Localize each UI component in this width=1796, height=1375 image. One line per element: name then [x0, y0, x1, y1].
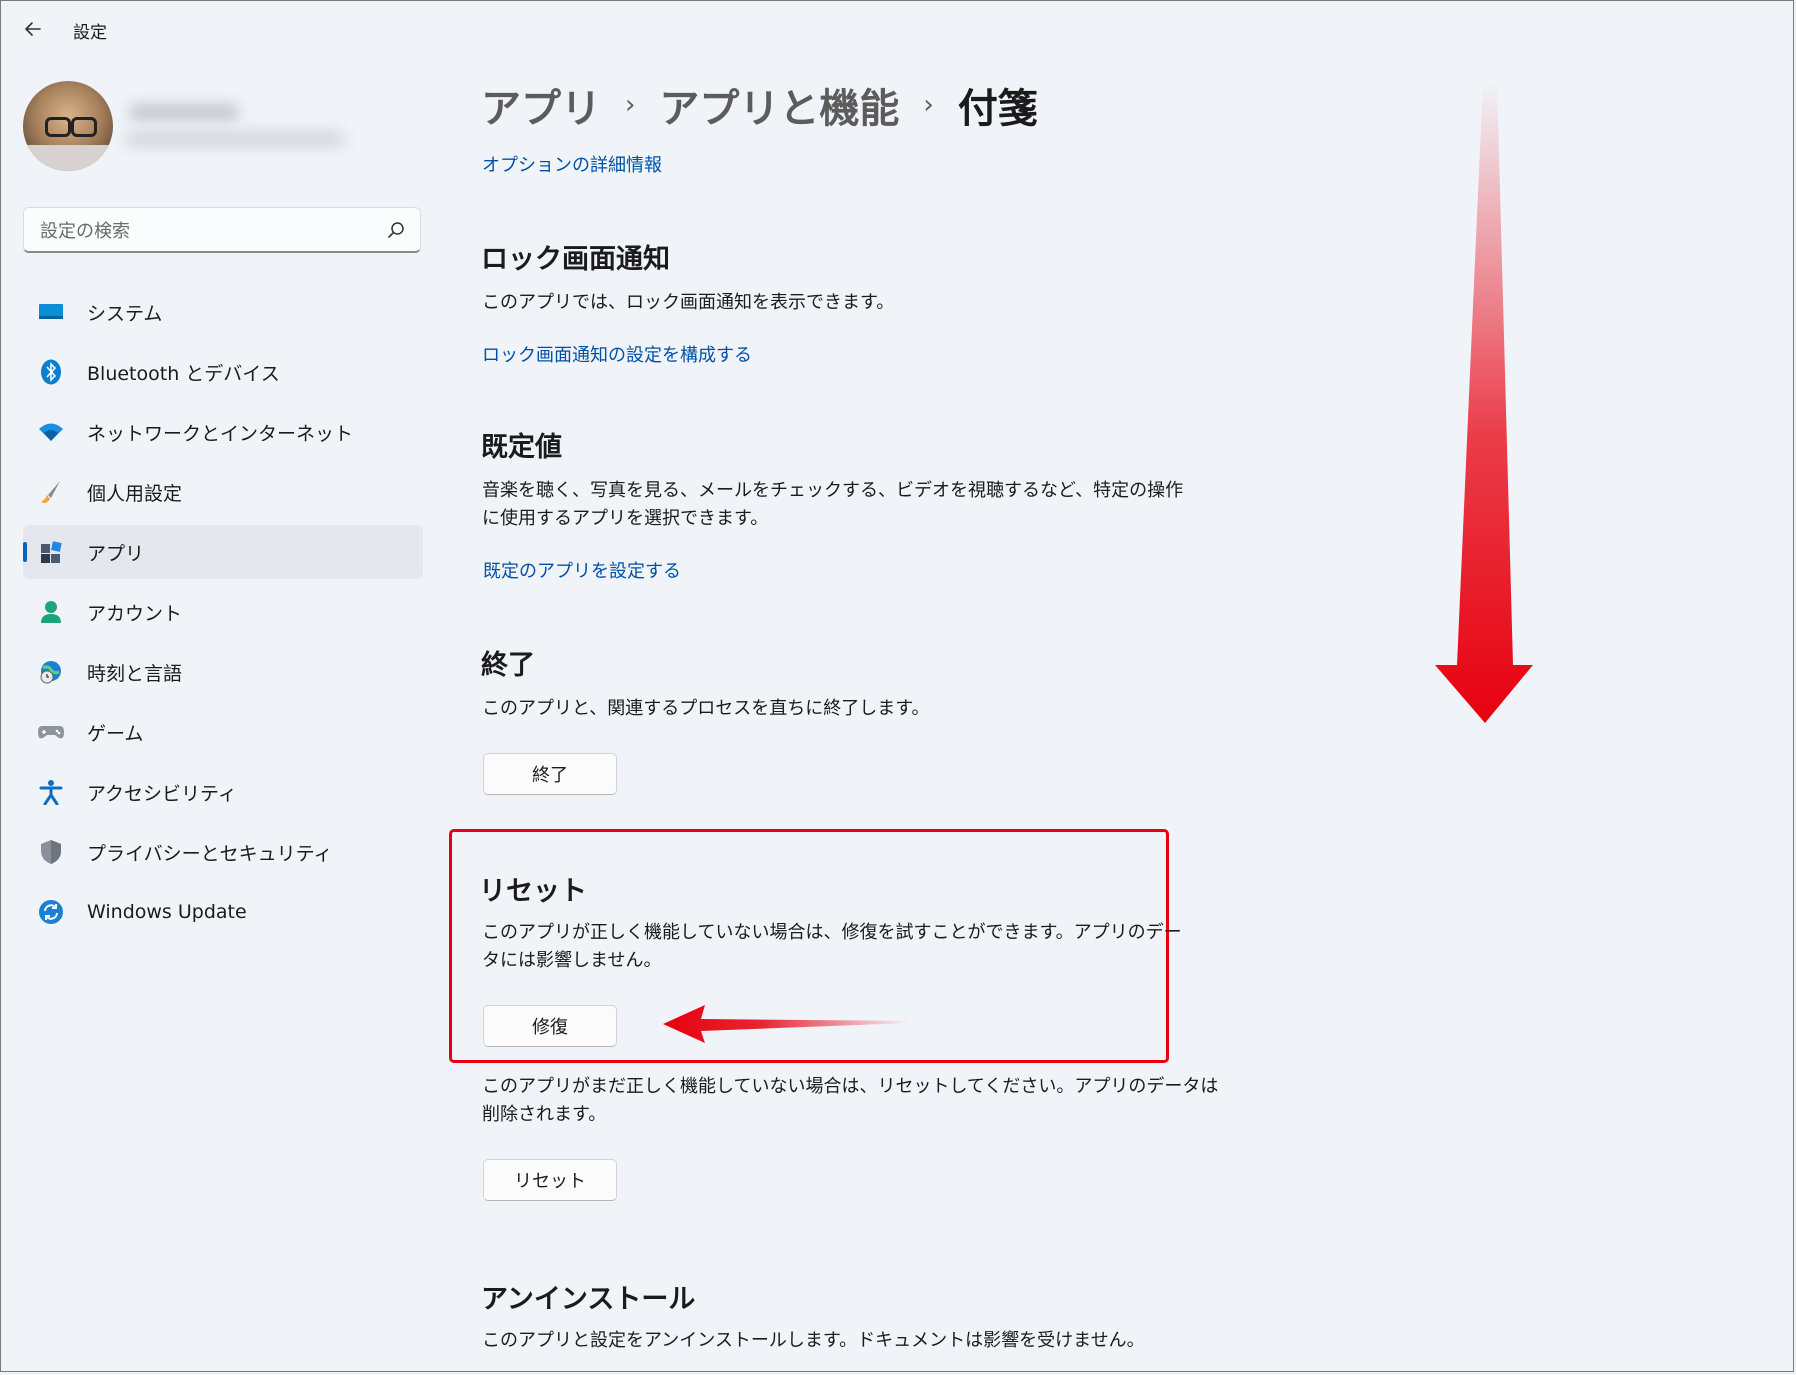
sidebar-item-label: Bluetooth とデバイス — [87, 362, 280, 385]
sidebar-item-privacy-security[interactable]: プライバシーとセキュリティ — [23, 825, 423, 879]
defaults-description-line2: に使用するアプリを選択できます。 — [482, 508, 769, 529]
reset-description-line2: 削除されます。 — [482, 1104, 607, 1125]
sidebar-item-apps[interactable]: アプリ — [23, 525, 423, 579]
search-input[interactable] — [38, 217, 372, 245]
uninstall-description: このアプリと設定をアンインストールします。ドキュメントは影響を受けません。 — [482, 1330, 1145, 1351]
sidebar-item-system[interactable]: システム — [23, 285, 423, 339]
lock-screen-description: このアプリでは、ロック画面通知を表示できます。 — [482, 292, 895, 313]
sidebar-item-label: Windows Update — [87, 901, 247, 923]
reset-heading: リセット — [479, 876, 587, 907]
settings-window: 設定 システム Bluetooth とデバイス — [0, 0, 1794, 1372]
title-bar: 設定 — [1, 1, 1793, 57]
app-title: 設定 — [73, 23, 107, 43]
reset-description-line1: このアプリがまだ正しく機能していない場合は、リセットしてください。アプリのデータ… — [482, 1076, 1219, 1097]
terminate-heading: 終了 — [481, 650, 535, 681]
accessibility-icon — [37, 778, 65, 806]
system-icon — [37, 298, 65, 326]
lock-screen-settings-link[interactable]: ロック画面通知の設定を構成する — [482, 341, 752, 367]
breadcrumb: アプリ › アプリと機能 › 付箋 — [481, 75, 1038, 135]
avatar-glasses-left — [45, 117, 71, 137]
globe-clock-icon — [37, 658, 65, 686]
user-email-blurred — [125, 131, 345, 147]
wifi-icon — [37, 418, 65, 446]
repair-description-line1: このアプリが正しく機能していない場合は、修復を試すことができます。アプリのデー — [482, 922, 1182, 943]
lock-screen-heading: ロック画面通知 — [481, 244, 670, 275]
gamepad-icon — [37, 718, 65, 746]
sidebar-item-accessibility[interactable]: アクセシビリティ — [23, 765, 423, 819]
avatar-glasses-right — [71, 117, 97, 137]
sidebar-nav: システム Bluetooth とデバイス ネットワークとインターネット 個人用設… — [23, 285, 423, 945]
sidebar-item-label: ネットワークとインターネット — [87, 422, 354, 445]
shield-icon — [37, 838, 65, 866]
account-icon — [37, 598, 65, 626]
update-icon — [37, 898, 65, 926]
avatar-laptop — [23, 145, 113, 171]
terminate-button[interactable]: 終了 — [483, 753, 617, 795]
sidebar-item-bluetooth[interactable]: Bluetooth とデバイス — [23, 345, 423, 399]
sidebar-item-label: アクセシビリティ — [87, 782, 237, 805]
bluetooth-icon — [37, 358, 65, 386]
uninstall-heading: アンインストール — [481, 1284, 696, 1315]
apps-icon — [37, 538, 65, 566]
sidebar-item-gaming[interactable]: ゲーム — [23, 705, 423, 759]
sidebar-item-label: ゲーム — [87, 722, 144, 745]
sidebar-item-label: 時刻と言語 — [87, 662, 183, 685]
breadcrumb-separator: › — [625, 90, 636, 120]
breadcrumb-separator: › — [923, 90, 934, 120]
avatar[interactable] — [23, 81, 113, 171]
sidebar-item-personalization[interactable]: 個人用設定 — [23, 465, 423, 519]
defaults-description-line1: 音楽を聴く、写真を見る、メールをチェックする、ビデオを視聴するなど、特定の操作 — [482, 480, 1184, 501]
sidebar-item-label: アカウント — [87, 602, 183, 625]
sidebar-item-label: プライバシーとセキュリティ — [87, 842, 333, 865]
terminate-description: このアプリと、関連するプロセスを直ちに終了します。 — [482, 698, 930, 719]
default-apps-link[interactable]: 既定のアプリを設定する — [483, 557, 681, 583]
brush-icon — [37, 478, 65, 506]
sidebar-item-label: アプリ — [87, 542, 145, 565]
reset-button[interactable]: リセット — [483, 1159, 617, 1201]
page-title: 付箋 — [957, 86, 1038, 132]
sidebar-item-accounts[interactable]: アカウント — [23, 585, 423, 639]
sidebar-item-label: システム — [87, 302, 163, 325]
search-icon[interactable] — [386, 220, 406, 240]
sidebar-item-label: 個人用設定 — [87, 482, 183, 505]
sidebar-item-windows-update[interactable]: Windows Update — [23, 885, 423, 939]
sidebar-item-time-language[interactable]: 時刻と言語 — [23, 645, 423, 699]
settings-search-box[interactable] — [23, 207, 421, 253]
options-info-link[interactable]: オプションの詳細情報 — [482, 151, 662, 177]
breadcrumb-apps[interactable]: アプリ — [481, 76, 601, 134]
user-name-blurred — [129, 103, 239, 121]
back-button[interactable] — [15, 11, 51, 47]
back-arrow-icon — [25, 22, 41, 36]
selection-indicator — [23, 542, 27, 562]
sidebar-item-network[interactable]: ネットワークとインターネット — [23, 405, 423, 459]
repair-description-line2: タには影響しません。 — [482, 950, 662, 971]
breadcrumb-apps-features[interactable]: アプリと機能 — [659, 76, 899, 134]
repair-button[interactable]: 修復 — [483, 1005, 617, 1047]
defaults-heading: 既定値 — [481, 432, 562, 463]
scroll-down-arrow — [1435, 81, 1533, 723]
